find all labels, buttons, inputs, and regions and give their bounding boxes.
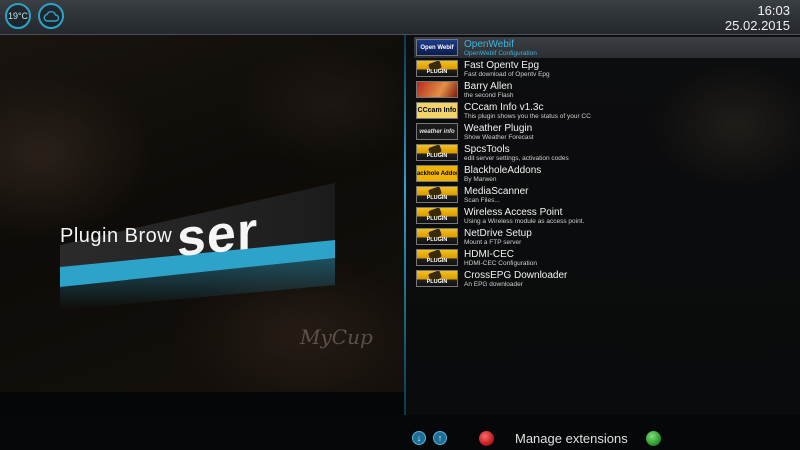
clock-date: 25.02.2015 bbox=[724, 18, 790, 33]
plugin-item[interactable]: PLUGIN NetDrive Setup Mount a FTP server bbox=[414, 226, 800, 247]
plugin-thumbnail-plugin: PLUGIN bbox=[416, 228, 458, 245]
temperature-indicator: 19°C bbox=[5, 3, 31, 29]
plugin-texts: CrossEPG Downloader An EPG downloader bbox=[464, 270, 567, 288]
plugin-item[interactable]: PLUGIN MediaScanner Scan Files... bbox=[414, 184, 800, 205]
arrow-up-icon[interactable]: ↑ bbox=[433, 431, 447, 445]
plugin-thumbnail-text: weather info bbox=[419, 128, 455, 135]
plugin-name: Fast Opentv Epg bbox=[464, 59, 540, 71]
plugin-item[interactable]: PLUGIN Fast Opentv Epg Fast download of Op… bbox=[414, 58, 800, 79]
top-bar: 19°C 16:03 25.02.2015 bbox=[0, 0, 800, 35]
plugin-texts: NetDrive Setup Mount a FTP server bbox=[464, 228, 532, 246]
plugin-name: BlackholeAddons bbox=[464, 164, 542, 176]
plugin-texts: MediaScanner Scan Files... bbox=[464, 186, 528, 204]
plugin-thumbnail-text: PLUGIN bbox=[426, 195, 448, 201]
plugin-thumbnail-person bbox=[416, 81, 458, 98]
plugin-name: CrossEPG Downloader bbox=[464, 269, 568, 281]
plugin-thumbnail-plugin: PLUGIN bbox=[416, 144, 458, 161]
red-button[interactable] bbox=[479, 431, 494, 446]
clock: 16:03 25.02.2015 bbox=[725, 3, 790, 33]
plugin-thumbnail-text: CCcam Info bbox=[417, 107, 457, 114]
plugin-description: the second Flash bbox=[464, 91, 514, 99]
plugin-name: OpenWebif bbox=[464, 38, 514, 50]
plugin-texts: Wireless Access Point Using a Wireless mo… bbox=[464, 207, 584, 225]
plugin-item[interactable]: PLUGIN HDMI-CEC HDMI-CEC Configuration bbox=[414, 247, 800, 268]
art-title-small: Plugin Brow bbox=[60, 225, 173, 247]
plugin-thumbnail-text: Open Webif bbox=[420, 44, 454, 51]
plugin-description: Mount a FTP server bbox=[464, 238, 522, 246]
plugin-item[interactable]: PLUGIN SpcsTools edit server settings, act… bbox=[414, 142, 800, 163]
plugin-thumbnail-text: PLUGIN bbox=[426, 237, 448, 243]
plugin-thumbnail-text: Blackhole Addons bbox=[416, 170, 457, 177]
plugin-thumbnail-text: PLUGIN bbox=[426, 216, 448, 222]
plugin-texts: BlackholeAddons By Marwen bbox=[464, 165, 541, 183]
plugin-description: OpenWebif Configuration bbox=[464, 49, 537, 57]
temperature-label: 19°C bbox=[7, 11, 29, 21]
plugin-name: CCcam Info v1.3c bbox=[464, 101, 544, 113]
plugin-name: Barry Allen bbox=[464, 80, 513, 92]
plugin-list-panel: Open Webif OpenWebif OpenWebif Configurati… bbox=[406, 35, 800, 415]
plugin-thumbnail-weather: weather info bbox=[416, 123, 458, 140]
plugin-description: By Marwen bbox=[464, 175, 497, 183]
plugin-thumbnail-webif: Open Webif bbox=[416, 39, 458, 56]
plugin-description: edit server settings, activation codes bbox=[464, 154, 569, 162]
green-button[interactable] bbox=[646, 431, 661, 446]
plugin-item[interactable]: Barry Allen the second Flash bbox=[414, 79, 800, 100]
plugin-item[interactable]: CCcam Info CCcam Info v1.3c This plugin sh… bbox=[414, 100, 800, 121]
plugin-thumbnail-blackhole: Blackhole Addons bbox=[416, 165, 458, 182]
manage-extensions-label: Manage extensions bbox=[515, 431, 628, 446]
plugin-name: Weather Plugin bbox=[464, 122, 533, 134]
plugin-item[interactable]: Blackhole Addons BlackholeAddonsBy Marwen bbox=[414, 163, 800, 184]
plugin-thumbnail-text: PLUGIN bbox=[426, 153, 448, 159]
plugin-name: SpcsTools bbox=[464, 143, 510, 155]
plugin-thumbnail-text: PLUGIN bbox=[426, 258, 448, 264]
plugin-description: An EPG downloader bbox=[464, 280, 523, 288]
mug-text: MyCup bbox=[300, 325, 373, 349]
plugin-texts: CCcam Info v1.3c This plugin shows you th… bbox=[464, 102, 591, 120]
plugin-texts: OpenWebif OpenWebif Configuration bbox=[464, 39, 537, 57]
plugin-name: HDMI-CEC bbox=[464, 248, 514, 260]
plugin-description: HDMI-CEC Configuration bbox=[464, 259, 537, 267]
plugin-texts: Barry Allen the second Flash bbox=[464, 81, 514, 99]
plugin-thumbnail-plugin: PLUGIN bbox=[416, 207, 458, 224]
plugin-thumbnail-plugin: PLUGIN bbox=[416, 60, 458, 77]
plugin-list: Open Webif OpenWebif OpenWebif Configurati… bbox=[414, 37, 800, 289]
plugin-item[interactable]: weather info Weather Plugin Show Weather F… bbox=[414, 121, 800, 142]
plugin-thumbnail-plugin: PLUGIN bbox=[416, 270, 458, 287]
plugin-description: Show Weather Forecast bbox=[464, 133, 534, 141]
plugin-thumbnail-text: PLUGIN bbox=[426, 279, 448, 285]
plugin-thumbnail-plugin: PLUGIN bbox=[416, 249, 458, 266]
plugin-item[interactable]: PLUGIN Wireless Access Point Using a Wirel… bbox=[414, 205, 800, 226]
plugin-description: Using a Wireless module as access point. bbox=[464, 217, 585, 225]
plugin-name: NetDrive Setup bbox=[464, 227, 532, 239]
plugin-texts: SpcsTools edit server settings, activatio… bbox=[464, 144, 569, 162]
art-title-big: ser bbox=[177, 201, 259, 269]
cloud-icon bbox=[43, 11, 59, 22]
plugin-thumbnail-cccam: CCcam Info bbox=[416, 102, 458, 119]
plugin-thumbnail-text: PLUGIN bbox=[426, 69, 448, 75]
plugin-description: Scan Files... bbox=[464, 196, 500, 204]
plugin-description: Fast download of Opentv Epg bbox=[464, 70, 550, 78]
plugin-browser-artwork: Plugin Brow ser MyCup bbox=[0, 35, 404, 392]
plugin-name: Wireless Access Point bbox=[464, 206, 563, 218]
plugin-texts: Fast Opentv Epg Fast download of Opentv E… bbox=[464, 60, 550, 78]
plugin-thumbnail-plugin: PLUGIN bbox=[416, 186, 458, 203]
bottom-bar bbox=[0, 415, 800, 450]
plugin-item[interactable]: PLUGIN CrossEPG Downloader An EPG download… bbox=[414, 268, 800, 289]
plugin-name: MediaScanner bbox=[464, 185, 529, 197]
arrow-down-icon[interactable]: ↓ bbox=[412, 431, 426, 445]
clock-time: 16:03 bbox=[757, 3, 790, 18]
weather-button[interactable] bbox=[38, 3, 64, 29]
plugin-item[interactable]: Open Webif OpenWebif OpenWebif Configurati… bbox=[414, 37, 800, 58]
plugin-texts: HDMI-CEC HDMI-CEC Configuration bbox=[464, 249, 537, 267]
plugin-description: This plugin shows you the status of your… bbox=[464, 112, 591, 120]
plugin-texts: Weather Plugin Show Weather Forecast bbox=[464, 123, 534, 141]
